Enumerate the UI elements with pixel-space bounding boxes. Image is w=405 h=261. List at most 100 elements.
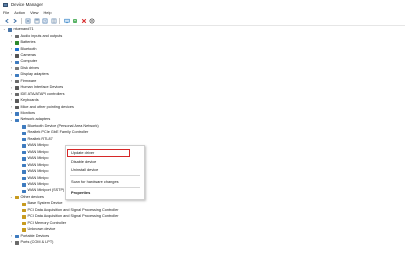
chevron-down-icon[interactable]: ⌄ <box>10 118 13 122</box>
back-button[interactable] <box>3 17 10 24</box>
menu-scan-hardware[interactable]: Scan for hardware changes <box>71 180 119 184</box>
tree-category[interactable]: › Monitors <box>0 111 405 117</box>
tree-category[interactable]: › Portable Devices <box>0 233 405 239</box>
tree-device[interactable]: · PCI Data Acquisition and Signal Process… <box>0 208 405 214</box>
tree-device[interactable]: · Base System Device <box>0 201 405 207</box>
update-driver-button[interactable] <box>72 17 79 24</box>
device-icon <box>21 163 26 168</box>
chevron-right-icon: · <box>17 209 20 212</box>
help-button[interactable]: ? <box>42 17 49 24</box>
tree-device[interactable]: · PCI Data Acquisition and Signal Process… <box>0 214 405 220</box>
tree-category[interactable]: › Keyboards <box>0 98 405 104</box>
toolbar-divider <box>59 17 60 24</box>
tree-device[interactable]: · Realtek PCIe GbE Family Controller <box>0 130 405 136</box>
chevron-right-icon[interactable]: › <box>10 241 13 244</box>
tree-device[interactable]: · WAN Minipo <box>0 162 405 168</box>
details-button[interactable] <box>50 17 57 24</box>
tree-category[interactable]: › Computer <box>0 59 405 65</box>
tree-item-label: WAN Minipo <box>27 181 49 186</box>
chevron-down-icon[interactable]: ⌄ <box>10 195 13 199</box>
menu-help[interactable]: Help <box>43 10 51 15</box>
chevron-right-icon[interactable]: › <box>10 92 13 96</box>
menu-action[interactable]: Action <box>14 10 25 15</box>
tree-item-label: Other devices <box>20 194 44 199</box>
tree-item-label: WAN Minipo <box>27 143 49 148</box>
chevron-right-icon[interactable]: › <box>10 34 13 38</box>
chevron-right-icon[interactable]: › <box>10 66 13 70</box>
tree-device[interactable]: · WAN Minipo <box>0 156 405 162</box>
scan-hardware-button[interactable] <box>89 17 96 24</box>
tree-category[interactable]: ⌄ Network adapters <box>0 117 405 123</box>
tree-item-label: Network adapters <box>20 117 51 122</box>
chevron-right-icon: · <box>17 132 20 135</box>
tree-category[interactable]: › Mice and other pointing devices <box>0 104 405 110</box>
monitor-button[interactable] <box>63 17 70 24</box>
forward-button[interactable] <box>12 17 19 24</box>
toolbar: ? <box>0 16 405 26</box>
chevron-right-icon[interactable]: › <box>10 60 13 64</box>
chevron-right-icon: · <box>17 203 20 206</box>
tree-category[interactable]: › Human Interface Devices <box>0 85 405 91</box>
tree-device[interactable]: · WAN Miniport (SSTP) <box>0 188 405 194</box>
menu-update-driver[interactable]: Update driver <box>71 151 94 155</box>
chevron-down-icon[interactable]: ⌄ <box>3 28 6 31</box>
tree-device[interactable]: · PCI Memory Controller <box>0 221 405 227</box>
device-icon <box>14 234 19 239</box>
chevron-right-icon[interactable]: › <box>10 86 13 90</box>
menu-properties[interactable]: Properties <box>71 191 90 195</box>
tree-category[interactable]: ⌄ Other devices <box>0 195 405 201</box>
device-icon <box>14 112 19 116</box>
chevron-right-icon[interactable]: › <box>10 54 13 57</box>
tree-device[interactable]: · Realtek RTL87 <box>0 137 405 143</box>
chevron-right-icon[interactable]: › <box>10 99 13 102</box>
tree-category[interactable]: › Batteries <box>0 40 405 46</box>
tree-item-label: Computer <box>20 59 38 64</box>
tree-item-label: Monitors <box>20 111 36 116</box>
uninstall-button[interactable] <box>80 17 87 24</box>
chevron-right-icon[interactable]: › <box>10 47 13 51</box>
tree-category[interactable]: › Firmware <box>0 79 405 85</box>
uninstall-icon <box>81 18 86 23</box>
tree-item-label: Human Interface Devices <box>20 85 64 90</box>
tree-item-label: Disk drives <box>20 65 40 70</box>
tree-device[interactable]: · WAN Minipo <box>0 143 405 149</box>
menu-file[interactable]: File <box>3 10 9 15</box>
tree-device[interactable]: · Bluetooth Device (Personal Area Network… <box>0 124 405 130</box>
properties-button[interactable] <box>25 17 32 24</box>
device-icon <box>7 28 12 32</box>
chevron-right-icon[interactable]: › <box>10 112 13 115</box>
chevron-right-icon: · <box>17 190 20 193</box>
tree-root[interactable]: ⌄ ntuenand71 <box>0 27 405 33</box>
tree-device[interactable]: · WAN Minipo <box>0 175 405 181</box>
tree-category[interactable]: › IDE ATA/ATAPI controllers <box>0 92 405 98</box>
device-icon <box>21 183 26 187</box>
chevron-right-icon[interactable]: › <box>10 105 13 109</box>
tree-device[interactable]: · WAN Minipo <box>0 169 405 175</box>
chevron-right-icon[interactable]: › <box>10 79 13 83</box>
device-icon <box>14 34 19 39</box>
menu-uninstall-device[interactable]: Uninstall device <box>71 168 98 172</box>
view-button[interactable] <box>33 17 40 24</box>
tree-category[interactable]: › Disk drives <box>0 66 405 72</box>
chevron-right-icon[interactable]: › <box>10 234 13 238</box>
chevron-right-icon: · <box>17 177 20 180</box>
tree-device[interactable]: · WAN Minipo <box>0 150 405 156</box>
chevron-right-icon[interactable]: › <box>10 41 13 44</box>
tree-category[interactable]: › Display adapters <box>0 72 405 78</box>
window-title: Device Manager <box>11 2 43 7</box>
menu-view[interactable]: View <box>30 10 38 15</box>
tree-item-label: Batteries <box>20 40 36 45</box>
tree-device[interactable]: · Unknown device <box>0 227 405 233</box>
device-icon <box>14 60 19 65</box>
tree-item-label: Keyboards <box>20 98 39 103</box>
tree-item-label: PCI Data Acquisition and Signal Processi… <box>27 214 119 219</box>
tree-device[interactable]: · WAN Minipo <box>0 182 405 188</box>
tree-category[interactable]: › Audio inputs and outputs <box>0 33 405 39</box>
tree-category[interactable]: › Cameras <box>0 53 405 59</box>
tree-category[interactable]: › Bluetooth <box>0 46 405 52</box>
chevron-right-icon[interactable]: › <box>10 73 13 77</box>
tree-category[interactable]: › Ports (COM & LPT) <box>0 240 405 246</box>
device-icon <box>21 131 26 135</box>
device-icon <box>14 86 19 90</box>
menu-disable-device[interactable]: Disable device <box>71 160 96 164</box>
